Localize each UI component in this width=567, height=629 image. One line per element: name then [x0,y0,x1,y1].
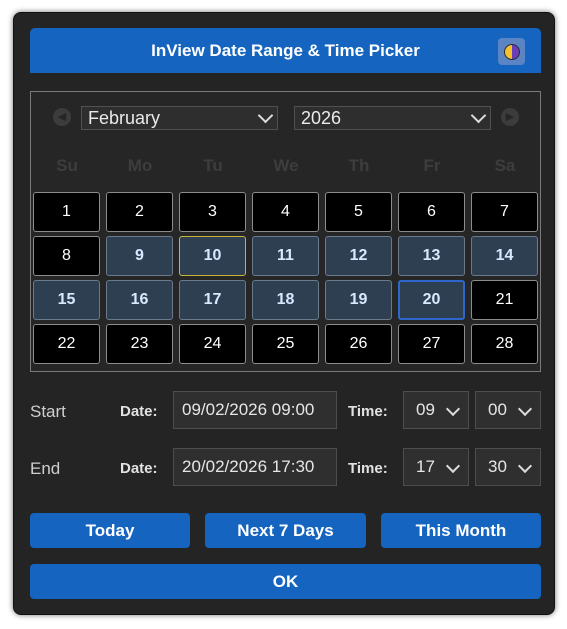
day-cell[interactable]: 25 [252,324,319,364]
day-cell[interactable]: 5 [325,192,392,232]
weekday-label: Fr [423,156,441,175]
day-cell[interactable]: 16 [106,280,173,320]
day-cell[interactable]: 24 [179,324,246,364]
year-select-value: 2026 [301,108,342,128]
calendar: ◀ February 2026 ▶ Su Mo Tu We Th Fr Sa 1234567… [30,91,541,372]
weekday-label: Th [348,156,370,175]
day-cell[interactable]: 6 [398,192,465,232]
day-cell[interactable]: 28 [471,324,538,364]
end-minute-value: 30 [488,457,507,476]
chevron-down-icon [517,401,533,417]
chevron-down-icon [470,107,487,124]
day-cell[interactable]: 15 [33,280,100,320]
calendar-nav: ◀ February 2026 ▶ [31,92,540,142]
start-date-field[interactable]: 09/02/2026 09:00 [173,391,337,429]
start-minute-value: 00 [488,400,507,419]
start-date-value: 09/02/2026 09:00 [182,400,315,419]
day-cell[interactable]: 18 [252,280,319,320]
day-cell[interactable]: 17 [179,280,246,320]
day-cell[interactable]: 21 [471,280,538,320]
day-cell[interactable]: 11 [252,236,319,276]
weekday-label: Tu [203,156,223,175]
day-cell[interactable]: 8 [33,236,100,276]
day-cell[interactable]: 4 [252,192,319,232]
chevron-down-icon [257,107,274,124]
end-hour-select[interactable]: 17 [403,448,469,486]
day-cell[interactable]: 3 [179,192,246,232]
day-cell[interactable]: 22 [33,324,100,364]
weekday-header: Su Mo Tu We Th Fr Sa [31,143,540,189]
dialog-title: InView Date Range & Time Picker [151,40,420,60]
day-cell[interactable]: 27 [398,324,465,364]
start-date-label: Date: [120,403,158,420]
month-select[interactable]: February [81,106,278,130]
chevron-down-icon [445,401,461,417]
start-hour-select[interactable]: 09 [403,391,469,429]
end-label: End [30,459,61,478]
day-cell[interactable]: 14 [471,236,538,276]
day-cell[interactable]: 19 [325,280,392,320]
day-cell[interactable]: 12 [325,236,392,276]
start-minute-select[interactable]: 00 [475,391,541,429]
start-time-label: Time: [348,403,388,420]
day-cell[interactable]: 20 [398,280,465,320]
start-label: Start [30,402,66,421]
end-minute-select[interactable]: 30 [475,448,541,486]
end-date-label: Date: [120,460,158,477]
title-bar: InView Date Range & Time Picker [30,28,541,73]
weekday-label: Mo [127,156,153,175]
this-month-button[interactable]: This Month [381,513,541,548]
day-cell[interactable]: 1 [33,192,100,232]
date-range-dialog: InView Date Range & Time Picker ◀ Februa… [13,12,555,615]
weekday-label: Su [56,156,78,175]
ok-button[interactable]: OK [30,564,541,599]
weekday-label: Sa [494,156,516,175]
chevron-down-icon [517,458,533,474]
day-cell[interactable]: 9 [106,236,173,276]
chevron-left-icon[interactable]: ◀ [53,108,71,126]
theme-toggle-button[interactable] [498,38,525,65]
today-button[interactable]: Today [30,513,190,548]
start-hour-value: 09 [416,400,435,419]
next-7-days-button[interactable]: Next 7 Days [205,513,366,548]
day-cell[interactable]: 13 [398,236,465,276]
day-cell[interactable]: 7 [471,192,538,232]
half-moon-icon [503,43,520,60]
end-date-field[interactable]: 20/02/2026 17:30 [173,448,337,486]
day-cell[interactable]: 10 [179,236,246,276]
weekday-label: We [273,156,299,175]
chevron-down-icon [445,458,461,474]
end-date-value: 20/02/2026 17:30 [182,457,315,476]
end-time-label: Time: [348,460,388,477]
day-cell[interactable]: 26 [325,324,392,364]
chevron-right-icon[interactable]: ▶ [501,108,519,126]
day-cell[interactable]: 2 [106,192,173,232]
year-select[interactable]: 2026 [294,106,491,130]
day-cell[interactable]: 23 [106,324,173,364]
month-select-value: February [88,108,161,128]
end-hour-value: 17 [416,457,435,476]
